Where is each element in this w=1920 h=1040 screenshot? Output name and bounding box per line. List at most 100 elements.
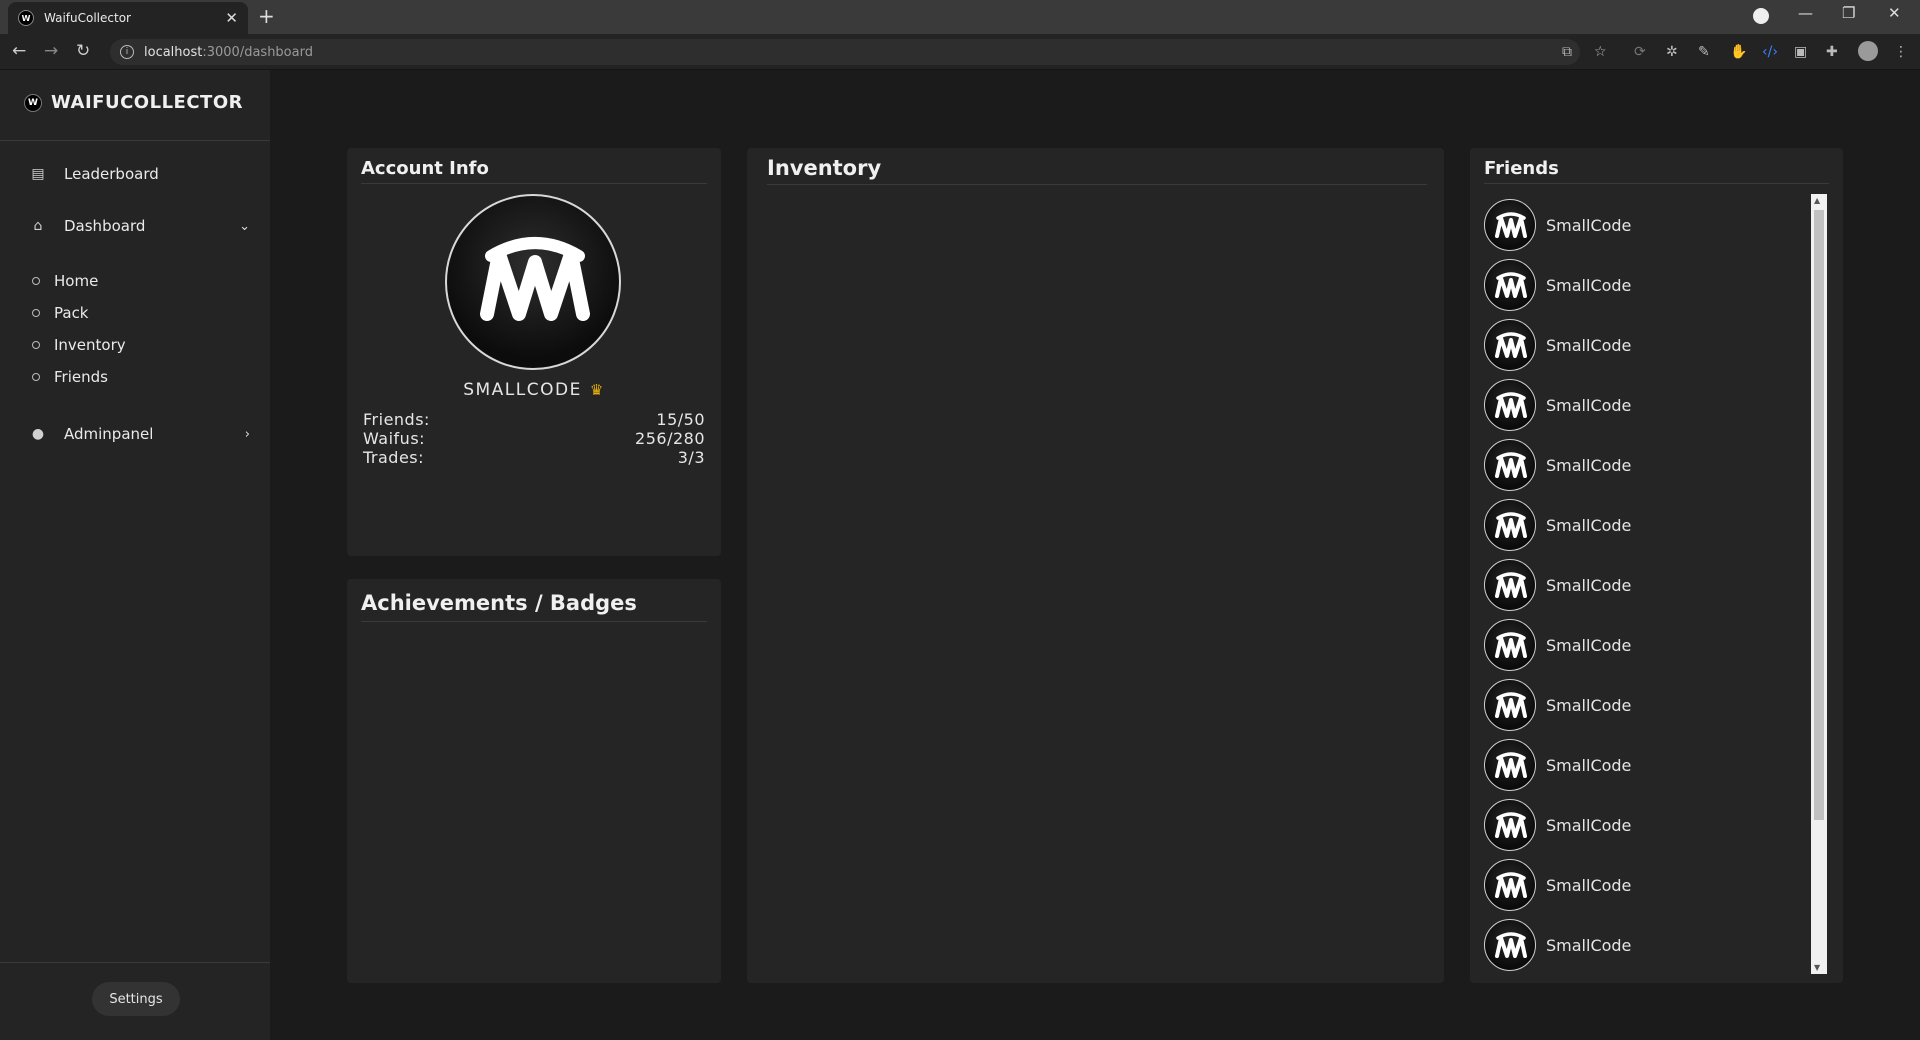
waifu-logo-icon	[1495, 872, 1527, 898]
new-tab-icon[interactable]: +	[258, 4, 275, 28]
friend-avatar	[1484, 259, 1536, 311]
extensions-puzzle-icon[interactable]: ✚	[1826, 44, 1838, 60]
friends-title: Friends	[1484, 158, 1559, 179]
reload-icon[interactable]: ↻	[76, 41, 90, 61]
sidebar-subitem-home[interactable]: Home	[32, 269, 98, 293]
friend-avatar	[1484, 319, 1536, 371]
scroll-down-icon[interactable]: ▼	[1814, 963, 1820, 972]
friend-avatar	[1484, 739, 1536, 791]
friend-list-item[interactable]: SmallCode	[1484, 438, 1804, 492]
sidebar-item-label: Adminpanel	[64, 425, 154, 443]
settings-button[interactable]: Settings	[92, 982, 180, 1016]
restore-icon[interactable]: ❐	[1842, 4, 1855, 22]
friend-list-item[interactable]: SmallCode	[1484, 378, 1804, 432]
crown-icon: ♛	[589, 381, 605, 399]
friend-name: SmallCode	[1546, 335, 1632, 355]
friend-avatar	[1484, 799, 1536, 851]
friend-list-item[interactable]: SmallCode	[1484, 558, 1804, 612]
friend-name: SmallCode	[1546, 755, 1632, 775]
sidebar-item-adminpanel[interactable]: ● Adminpanel ›	[0, 416, 270, 452]
friend-list-item[interactable]: SmallCode	[1484, 618, 1804, 672]
friend-list-item[interactable]: SmallCode	[1484, 918, 1804, 972]
card-divider	[1484, 183, 1829, 184]
friend-name: SmallCode	[1546, 575, 1632, 595]
profile-avatar-icon[interactable]	[1858, 41, 1878, 61]
sidebar-divider	[0, 140, 270, 141]
url-path: :3000/dashboard	[202, 44, 313, 60]
tab-close-icon[interactable]: ✕	[225, 9, 238, 27]
sidebar-item-leaderboard[interactable]: ▤ Leaderboard	[0, 156, 270, 192]
browser-toolbar: ← → ↻ i localhost:3000/dashboard ⧉ ☆ ⟳ ✲…	[0, 34, 1920, 70]
extension-code-icon[interactable]: ‹/›	[1762, 44, 1778, 60]
card-divider	[767, 184, 1427, 185]
friend-list-item[interactable]: SmallCode	[1484, 678, 1804, 732]
browser-tab[interactable]: W WaifuCollector ✕	[8, 2, 248, 34]
sidebar-subitem-label: Friends	[54, 368, 108, 386]
waifu-logo-icon	[1495, 332, 1527, 358]
stat-label: Trades:	[363, 448, 425, 467]
browser-menu-icon[interactable]: ⋮	[1894, 44, 1908, 60]
window-close-icon[interactable]: ✕	[1888, 4, 1901, 22]
stat-value: 3/3	[677, 448, 705, 467]
friend-list-item[interactable]: SmallCode	[1484, 318, 1804, 372]
url-host: localhost	[144, 44, 203, 60]
extension-sync-icon[interactable]: ⟳	[1634, 44, 1646, 60]
home-icon: ⌂	[33, 218, 43, 234]
card-divider	[361, 183, 707, 184]
chevron-down-icon: ⌄	[239, 218, 250, 234]
address-bar[interactable]: i localhost:3000/dashboard	[110, 39, 1580, 65]
extension-gear-icon[interactable]: ✲	[1666, 44, 1678, 60]
url-text: localhost:3000/dashboard	[144, 45, 313, 60]
friends-list[interactable]: SmallCode SmallCode SmallCode SmallCode Smal…	[1484, 198, 1814, 988]
stat-label: Friends:	[363, 410, 430, 429]
sidebar-subitem-friends[interactable]: Friends	[32, 365, 108, 389]
friend-list-item[interactable]: SmallCode	[1484, 498, 1804, 552]
friends-scrollbar[interactable]: ▲ ▼	[1811, 194, 1827, 974]
friend-list-item[interactable]: SmallCode	[1484, 798, 1804, 852]
waifu-logo-icon	[1495, 632, 1527, 658]
sidebar-subitem-pack[interactable]: Pack	[32, 301, 89, 325]
sidebar-item-dashboard[interactable]: ⌂ Dashboard ⌄	[0, 208, 270, 244]
open-in-app-icon[interactable]: ⧉	[1562, 44, 1572, 60]
stat-value: 15/50	[656, 410, 705, 429]
site-info-icon[interactable]: i	[120, 45, 134, 59]
browser-tabstrip: W WaifuCollector ✕ + — ❐ ✕	[0, 0, 1920, 34]
username: SMALLCODE	[463, 380, 582, 400]
friend-list-item[interactable]: SmallCode	[1484, 738, 1804, 792]
sidebar-subitem-label: Home	[54, 272, 99, 290]
waifu-logo-icon	[480, 237, 590, 321]
extension-hand-icon[interactable]: ✋	[1730, 44, 1747, 60]
sidebar-item-label: Leaderboard	[64, 165, 159, 183]
forward-icon[interactable]: →	[44, 41, 58, 61]
bookmark-star-icon[interactable]: ☆	[1594, 44, 1607, 60]
friend-avatar	[1484, 199, 1536, 251]
sidebar-subitem-inventory[interactable]: Inventory	[32, 333, 126, 357]
friend-list-item[interactable]: SmallCode	[1484, 258, 1804, 312]
brand-logo-icon: W	[24, 93, 42, 112]
waifu-logo-icon	[1495, 392, 1527, 418]
extension-translate-icon[interactable]: ▣	[1794, 44, 1807, 60]
sidebar: W WAIFUCOLLECTOR ▤ Leaderboard ⌂ Dashboa…	[0, 70, 270, 1040]
tab-favicon-icon: W	[18, 10, 34, 26]
back-icon[interactable]: ←	[12, 41, 26, 61]
profile-avatar[interactable]	[445, 194, 621, 370]
friend-list-item[interactable]: SmallCode	[1484, 858, 1804, 912]
waifu-logo-icon	[1495, 752, 1527, 778]
inventory-card: Inventory	[747, 148, 1444, 983]
waifu-logo-icon	[1495, 452, 1527, 478]
waifu-logo-icon	[1495, 572, 1527, 598]
tab-search-icon[interactable]	[1753, 8, 1769, 24]
username-row: SMALLCODE ♛	[347, 380, 721, 400]
friend-avatar	[1484, 439, 1536, 491]
brand[interactable]: W WAIFUCOLLECTOR	[24, 92, 243, 113]
account-info-title: Account Info	[361, 158, 489, 179]
minimize-icon[interactable]: —	[1798, 4, 1813, 22]
stat-row-waifus: Waifus: 256/280	[363, 429, 705, 448]
extension-pen-icon[interactable]: ✎	[1698, 44, 1710, 60]
friend-avatar	[1484, 619, 1536, 671]
scroll-up-icon[interactable]: ▲	[1814, 196, 1820, 205]
tab-title: WaifuCollector	[44, 11, 131, 25]
friend-list-item[interactable]: SmallCode	[1484, 198, 1804, 252]
scrollbar-thumb[interactable]	[1814, 210, 1824, 820]
waifu-logo-icon	[1495, 272, 1527, 298]
